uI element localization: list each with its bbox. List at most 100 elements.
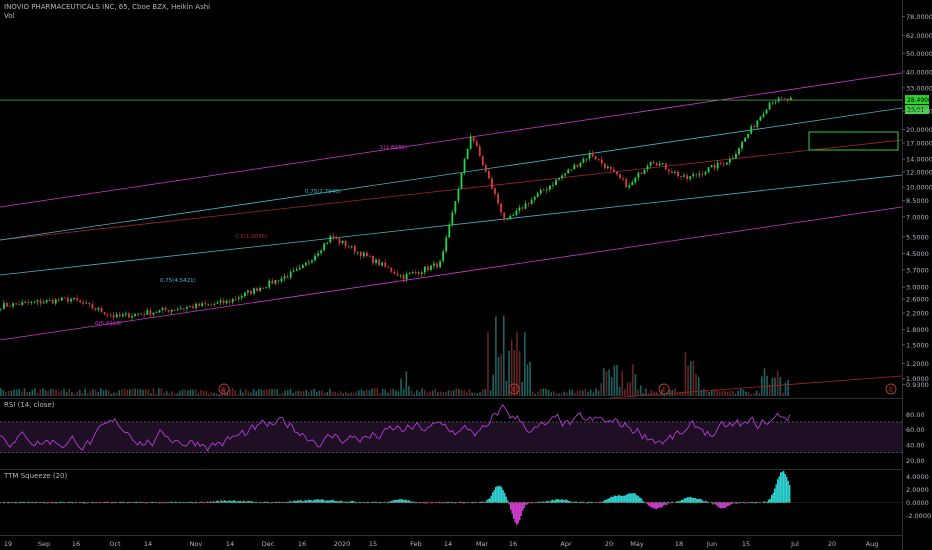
volume-bar	[703, 389, 705, 396]
candle-body	[515, 210, 518, 216]
volume-bar	[366, 389, 368, 396]
ttm-squeeze-dot	[355, 501, 357, 504]
volume-bar	[160, 388, 163, 396]
candle-body	[128, 313, 130, 318]
chart-canvas[interactable]: 1(1.8936) 0.75(2.7940) 0.5(1.8836) 0.75(4.5…	[0, 0, 932, 550]
candle-body	[460, 173, 463, 190]
volume-bar	[250, 392, 252, 396]
candle-body	[552, 184, 554, 186]
ttm-bar	[516, 502, 518, 525]
candle-body	[472, 136, 475, 142]
candle-body	[131, 315, 133, 318]
ttm-squeeze-dot	[747, 501, 749, 504]
ttm-squeeze-dot	[51, 501, 53, 504]
earnings-marker-label: E	[222, 387, 226, 394]
volume-bar	[505, 380, 508, 396]
ttm-squeeze-dot	[11, 501, 13, 504]
ttm-squeeze-dot	[635, 501, 637, 504]
ttm-bar	[511, 502, 513, 514]
candle-body	[350, 246, 353, 248]
price-tick-label: 1.5000	[906, 341, 929, 349]
ttm-bar	[784, 474, 786, 503]
ttm-bar	[49, 502, 51, 504]
ttm-squeeze-dot	[391, 501, 393, 504]
rsi-tick-label: 80.00	[906, 411, 925, 419]
price-tick-label: 25.0000	[906, 107, 932, 115]
ttm-squeeze-dot	[587, 501, 589, 504]
candle-body	[149, 310, 152, 315]
candle-body	[448, 224, 451, 238]
candle-body	[274, 280, 277, 284]
time-tick-label: Jul	[790, 540, 799, 548]
ttm-squeeze-dot	[339, 501, 341, 504]
price-tick-label: 12.0000	[906, 168, 932, 176]
volume-bar	[89, 390, 92, 396]
time-tick-label: 14	[144, 540, 152, 548]
candle-body	[271, 280, 274, 284]
ttm-squeeze-dot	[563, 501, 565, 504]
volume-bar	[534, 393, 537, 396]
ttm-squeeze-dot	[531, 501, 533, 504]
volume-bar	[376, 388, 379, 396]
volume-bar	[395, 390, 397, 396]
volume-bar	[131, 389, 134, 396]
candle-body	[347, 246, 350, 248]
ttm-squeeze-dot	[223, 501, 225, 504]
candle-body	[240, 296, 243, 298]
ttm-bar	[685, 497, 687, 503]
rsi-band-fill	[0, 422, 902, 453]
candle-body	[204, 303, 207, 305]
volume-bar	[373, 388, 376, 396]
candle-body	[491, 178, 493, 189]
candle-body	[179, 308, 182, 310]
volume-bar	[626, 382, 629, 396]
pitchfork-level-label: 0.75(2.7940)	[305, 189, 341, 195]
candle-body	[603, 163, 606, 169]
volume-bar	[110, 393, 113, 396]
ttm-bar	[397, 499, 399, 503]
price-axis[interactable]: 78.0000 62.0000 50.0000 40.0000 33.0000 25.00…	[902, 13, 932, 389]
rsi-tick-label: 40.00	[906, 442, 925, 450]
candle-body	[378, 259, 381, 266]
candle-body	[198, 303, 201, 306]
candle-body	[164, 307, 167, 310]
candle-body	[728, 158, 731, 163]
price-tick-label: 3.7000	[906, 266, 929, 274]
volume-bar	[521, 381, 523, 396]
ttm-squeeze-dot	[91, 501, 93, 504]
volume-bar	[42, 388, 44, 396]
candle-body	[454, 201, 457, 213]
candle-body	[423, 266, 426, 273]
candle-body	[186, 307, 188, 309]
time-tick-label: 16	[509, 540, 517, 548]
volume-bar	[624, 389, 626, 396]
candle-body	[667, 169, 670, 172]
volume-bar	[779, 377, 782, 396]
ttm-squeeze-dot	[591, 501, 593, 504]
volume-bar	[474, 392, 476, 396]
candle-body	[524, 203, 527, 209]
volume-bar	[92, 389, 94, 396]
volume-bar	[476, 393, 479, 396]
volume-bar	[787, 380, 789, 396]
candle-body	[500, 203, 503, 213]
candle-body	[713, 164, 716, 169]
pitchfork-level-label: 0.5(1.8836)	[235, 234, 267, 240]
price-tick-label: 0.9300	[906, 381, 929, 389]
last-price-label: 28.4900	[907, 97, 932, 104]
candle-body	[606, 166, 609, 169]
candle-body	[576, 164, 579, 167]
candle-body	[289, 271, 292, 278]
candle-body	[570, 169, 573, 171]
ttm-bar	[165, 502, 167, 504]
candle-body	[616, 171, 618, 175]
candle-body	[45, 300, 48, 303]
ttm-squeeze-dot	[515, 501, 517, 504]
ttm-squeeze-dot	[259, 501, 261, 504]
ttm-bar	[361, 502, 363, 503]
ttm-squeeze-dot	[435, 501, 437, 504]
volume-bar	[371, 388, 373, 396]
candle-body	[481, 156, 484, 166]
time-tick-label: 2020	[334, 540, 351, 548]
candle-body	[463, 159, 466, 174]
